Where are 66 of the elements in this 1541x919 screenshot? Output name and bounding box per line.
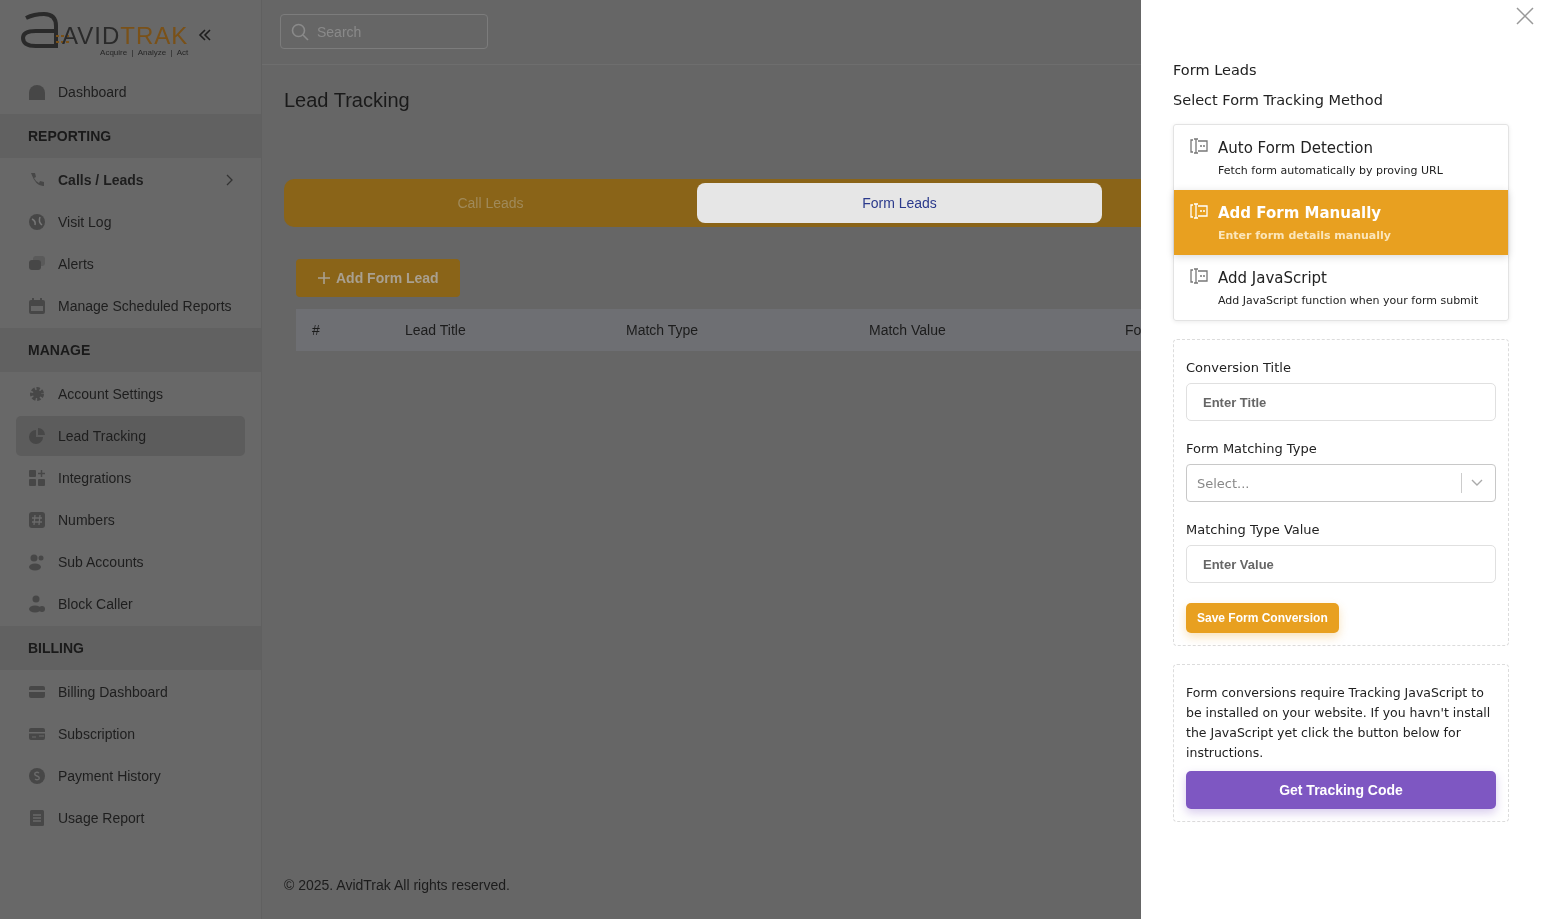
sidebar-item[interactable]: Block Caller — [16, 584, 245, 624]
input-field[interactable]: Enter Value — [1186, 545, 1496, 583]
field-label: Conversion Title — [1186, 360, 1292, 375]
user-block-icon — [28, 595, 46, 613]
tab[interactable]: Call Leads — [288, 183, 693, 223]
calendar-icon — [28, 297, 46, 315]
method-option[interactable]: Add JavaScript Add JavaScript function when your form submit — [1174, 255, 1508, 320]
column-header: Match Type — [626, 322, 700, 338]
column-header: Lead Title — [405, 322, 467, 338]
sidebar-item[interactable]: Sub Accounts — [16, 542, 245, 582]
field-label: Matching Type Value — [1186, 522, 1321, 537]
logo-wordmark: AVIDTRAK — [62, 23, 189, 49]
sidebar-item[interactable]: Visit Log — [16, 202, 245, 242]
section-header: MANAGE — [0, 328, 261, 372]
dashboard-icon — [28, 83, 46, 101]
users-icon — [28, 553, 46, 571]
grid-plus-icon — [28, 469, 46, 487]
add-form-lead-button[interactable]: Add Form Lead — [296, 259, 460, 297]
sidebar-item[interactable]: Dashboard — [16, 72, 245, 112]
method-option[interactable]: Add Form Manually Enter form details manually — [1174, 190, 1508, 255]
field-label: Form Matching Type — [1186, 441, 1318, 456]
card-icon — [28, 683, 46, 701]
column-header: Fo — [1125, 322, 1141, 338]
save-button[interactable]: Save Form Conversion — [1186, 603, 1339, 633]
drawer-title: Form Leads — [1173, 62, 1258, 78]
sidebar-item[interactable]: Integrations — [16, 458, 245, 498]
info-text: Form conversions require Tracking JavaScript to be installed on your website. If you havn't install the JavaScript yet click the button below for instructions. — [1186, 684, 1492, 762]
sidebar-item[interactable]: Manage Scheduled Reports — [16, 286, 245, 326]
sidebar-item[interactable]: Subscription — [16, 714, 245, 754]
sidebar-item[interactable]: Account Settings — [16, 374, 245, 414]
section-subtitle: Select Form Tracking Method — [1173, 92, 1384, 108]
page-title: Lead Tracking — [284, 89, 411, 113]
logo-tagline: Acquire | Analyze | Act — [100, 48, 189, 57]
footer-text: © 2025. AvidTrak All rights reserved. — [284, 877, 511, 893]
tracking-code-button[interactable]: Get Tracking Code — [1186, 771, 1496, 809]
plus-icon — [318, 272, 330, 284]
tab[interactable]: Form Leads — [697, 183, 1102, 223]
collapse-icon[interactable] — [198, 28, 213, 42]
form-field-icon — [1190, 268, 1208, 284]
gear-icon — [28, 385, 46, 403]
sidebar-item[interactable]: Payment History — [16, 756, 245, 796]
chat-icon — [28, 255, 46, 273]
sidebar-item[interactable]: Billing Dashboard — [16, 672, 245, 712]
chevron-down-icon — [1471, 479, 1483, 487]
close-icon[interactable] — [1516, 7, 1534, 25]
method-option[interactable]: Auto Form Detection Fetch form automatically by proving URL — [1174, 125, 1508, 190]
globe-icon — [28, 213, 46, 231]
sidebar-item[interactable]: Numbers — [16, 500, 245, 540]
column-header: # — [312, 322, 321, 338]
section-header: REPORTING — [0, 114, 261, 158]
document-icon — [28, 809, 46, 827]
sidebar-item[interactable]: Usage Report — [16, 798, 245, 838]
hash-icon — [28, 511, 46, 529]
section-header: BILLING — [0, 626, 261, 670]
column-header: Match Value — [869, 322, 947, 338]
sidebar-item[interactable]: Lead Tracking — [16, 416, 245, 456]
phone-icon — [28, 171, 46, 189]
form-field-icon — [1190, 203, 1208, 219]
form-field-icon — [1190, 138, 1208, 154]
select-field[interactable]: Select... — [1186, 464, 1496, 502]
sidebar-item[interactable]: Calls / Leads — [16, 160, 245, 200]
sidebar-item[interactable]: Alerts — [16, 244, 245, 284]
input-field[interactable]: Enter Title — [1186, 383, 1496, 421]
card-swap-icon — [28, 725, 46, 743]
dollar-icon — [28, 767, 46, 785]
search-icon — [291, 22, 309, 41]
